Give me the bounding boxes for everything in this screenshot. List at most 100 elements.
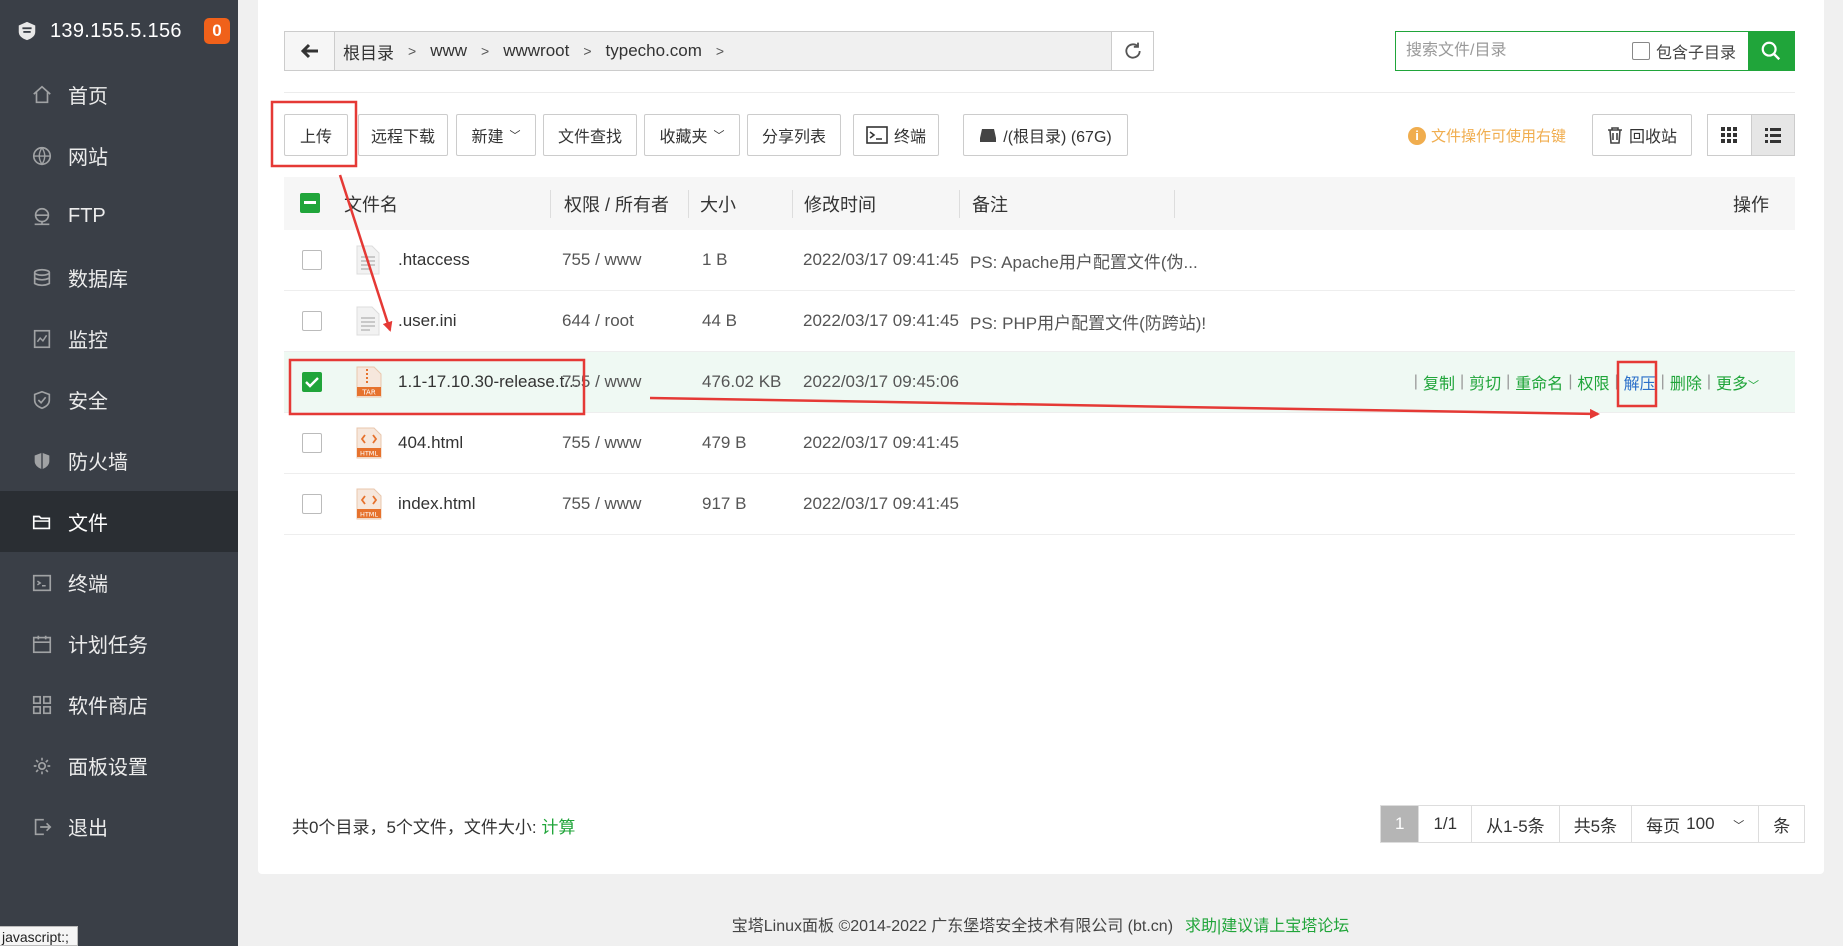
sidebar-item-terminal[interactable]: 终端: [0, 552, 238, 613]
share-list-button[interactable]: 分享列表: [747, 114, 841, 156]
arrow-left-icon: [300, 43, 318, 59]
shield-icon: [30, 388, 54, 412]
terminal-button[interactable]: 终端: [853, 114, 939, 156]
checkbox[interactable]: [1631, 42, 1650, 60]
row-checkbox[interactable]: [302, 250, 322, 270]
file-perm[interactable]: 755 / www: [562, 413, 641, 473]
header-mtime[interactable]: 修改时间: [804, 191, 876, 217]
refresh-button[interactable]: [1111, 32, 1153, 70]
delete-link[interactable]: 删除: [1670, 370, 1702, 394]
row-checkbox[interactable]: [302, 494, 322, 514]
sidebar-item-store[interactable]: 软件商店: [0, 674, 238, 735]
file-perm[interactable]: 755 / www: [562, 474, 641, 534]
include-subdir-checkbox[interactable]: 包含子目录: [1631, 32, 1748, 70]
breadcrumb-item[interactable]: wwwroot >: [503, 41, 605, 61]
view-toggle: [1707, 114, 1795, 156]
upload-button[interactable]: 上传: [284, 114, 348, 156]
home-icon: [30, 83, 54, 107]
file-perm[interactable]: 644 / root: [562, 291, 634, 351]
file-note[interactable]: PS: Apache用户配置文件(伪...: [970, 230, 1198, 290]
select-all-checkbox[interactable]: [300, 193, 320, 213]
breadcrumb-label: wwwroot: [503, 41, 570, 60]
svg-text:HTML: HTML: [360, 511, 378, 519]
sidebar-item-settings[interactable]: 面板设置: [0, 735, 238, 796]
back-button[interactable]: [285, 32, 335, 70]
sidebar-item-firewall[interactable]: 防火墙: [0, 430, 238, 491]
svg-text:TAR: TAR: [361, 389, 376, 397]
sidebar-item-files[interactable]: 文件: [0, 491, 238, 552]
header-name[interactable]: 文件名: [344, 191, 398, 217]
file-note[interactable]: PS: PHP用户配置文件(防跨站)!: [970, 291, 1206, 351]
file-perm[interactable]: 755 / www: [562, 352, 641, 412]
page-range: 从1-5条: [1472, 806, 1560, 842]
row-checkbox[interactable]: [302, 433, 322, 453]
sidebar-item-home[interactable]: 首页: [0, 64, 238, 125]
disk-button[interactable]: /(根目录) (67G): [963, 114, 1128, 156]
column-divider: [550, 190, 551, 218]
divider: [284, 92, 1795, 93]
sidebar-item-security[interactable]: 安全: [0, 369, 238, 430]
file-name[interactable]: .htaccess: [398, 230, 470, 290]
recycle-bin-button[interactable]: 回收站: [1592, 114, 1692, 156]
calendar-icon: [30, 632, 54, 656]
table-row[interactable]: HTML index.html 755 / www 917 B 2022/03/…: [284, 474, 1795, 535]
sidebar-item-monitor[interactable]: 监控: [0, 308, 238, 369]
breadcrumb-item[interactable]: www >: [430, 41, 503, 61]
file-size: 44 B: [702, 311, 737, 330]
sidebar-item-database[interactable]: 数据库: [0, 247, 238, 308]
file-name[interactable]: 1.1-17.10.30-release.t...: [398, 352, 579, 412]
rename-link[interactable]: 重命名: [1515, 370, 1563, 394]
sidebar-item-label: 面板设置: [68, 757, 148, 779]
table-row-selected[interactable]: TAR 1.1-17.10.30-release.t... 755 / www …: [284, 352, 1795, 413]
permission-link[interactable]: 权限: [1577, 370, 1609, 394]
path-bar: 根目录 > www > wwwroot > typecho.com >: [284, 31, 1154, 71]
table-row[interactable]: .user.ini 644 / root 44 B 2022/03/17 09:…: [284, 291, 1795, 352]
more-link[interactable]: 更多﹀: [1716, 370, 1759, 394]
find-file-button[interactable]: 文件查找: [543, 114, 637, 156]
file-perm[interactable]: 755 / www: [562, 230, 641, 290]
sidebar-item-website[interactable]: 网站: [0, 125, 238, 186]
breadcrumb-item[interactable]: 根目录 >: [343, 39, 430, 64]
favorites-dropdown-button[interactable]: 收藏夹 ﹀: [644, 114, 740, 156]
cut-link[interactable]: 剪切: [1469, 370, 1501, 394]
extract-link[interactable]: 解压: [1624, 370, 1656, 394]
file-name[interactable]: 404.html: [398, 413, 463, 473]
page-total: 共5条: [1560, 806, 1633, 842]
search-button[interactable]: [1748, 32, 1794, 70]
breadcrumb-item[interactable]: typecho.com >: [606, 41, 739, 61]
new-dropdown-button[interactable]: 新建 ﹀: [456, 114, 536, 156]
forum-link[interactable]: 求助|建议请上宝塔论坛: [1185, 918, 1349, 935]
sidebar-item-ftp[interactable]: FTP: [0, 186, 238, 247]
breadcrumb-label: typecho.com: [605, 41, 702, 60]
file-summary: 共0个目录，5个文件，文件大小: 计算: [292, 813, 575, 838]
page-current[interactable]: 1: [1381, 806, 1420, 842]
per-page-control: 每页 100 ﹀: [1632, 806, 1760, 842]
header-perm[interactable]: 权限 / 所有者: [564, 191, 669, 217]
copy-link[interactable]: 复制: [1423, 370, 1455, 394]
file-mtime: 2022/03/17 09:41:45: [803, 433, 959, 452]
search-input[interactable]: [1396, 32, 1632, 70]
text-file-icon: [356, 306, 380, 336]
file-name[interactable]: index.html: [398, 474, 475, 534]
sidebar-nav: 首页 网站 FTP 数据库 监控 安全 防火墙 文件 终端 计划任务 软件商店 …: [0, 64, 238, 857]
breadcrumb-label: 根目录: [343, 43, 394, 63]
disk-label: /(根目录) (67G): [1003, 129, 1112, 146]
header-size[interactable]: 大小: [700, 191, 736, 217]
html-file-icon: HTML: [356, 488, 382, 520]
notification-badge[interactable]: 0: [204, 18, 230, 44]
calculate-link[interactable]: 计算: [541, 818, 575, 837]
table-row[interactable]: .htaccess 755 / www 1 B 2022/03/17 09:41…: [284, 230, 1795, 291]
grid-view-button[interactable]: [1708, 115, 1751, 155]
chevron-down-icon: ﹀: [713, 130, 725, 142]
status-bar-tooltip: javascript:;: [0, 926, 78, 946]
list-view-button[interactable]: [1750, 115, 1794, 155]
table-row[interactable]: HTML 404.html 755 / www 479 B 2022/03/17…: [284, 413, 1795, 474]
file-name[interactable]: .user.ini: [398, 291, 457, 351]
row-checkbox[interactable]: [302, 311, 322, 331]
sidebar-item-cron[interactable]: 计划任务: [0, 613, 238, 674]
row-checkbox[interactable]: [302, 372, 322, 392]
firewall-icon: [30, 449, 54, 473]
per-page-select[interactable]: 100 ﹀: [1686, 814, 1745, 834]
remote-download-button[interactable]: 远程下载: [358, 114, 448, 156]
sidebar-item-logout[interactable]: 退出: [0, 796, 238, 857]
